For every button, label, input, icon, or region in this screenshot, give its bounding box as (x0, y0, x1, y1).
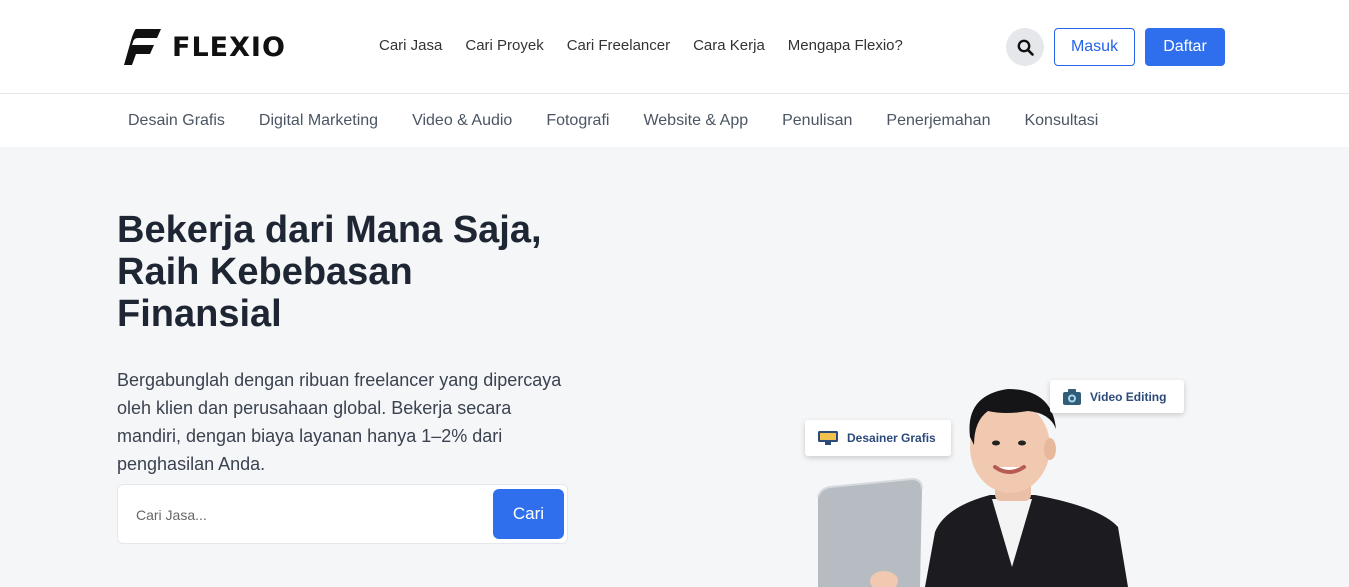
hero-illustration: Video Editing Desainer Grafis (760, 367, 1220, 587)
tag-video-label: Video Editing (1090, 389, 1167, 404)
nav-link-cari-freelancer[interactable]: Cari Freelancer (567, 37, 670, 54)
category-fotografi[interactable]: Fotografi (546, 112, 609, 130)
tag-design-label: Desainer Grafis (847, 431, 936, 445)
hero-title-line-1: Bekerja dari Mana Saja, (117, 209, 542, 251)
brand-name: FLEXIO (172, 31, 286, 63)
hero-title: Bekerja dari Mana Saja, Raih Kebebasan F… (117, 209, 577, 335)
flexio-logo-icon (124, 29, 161, 65)
register-button[interactable]: Daftar (1145, 28, 1225, 66)
hero-title-line-2: Raih Kebebasan (117, 251, 413, 293)
category-penulisan[interactable]: Penulisan (782, 112, 852, 130)
hero-description: Bergabunglah dengan ribuan freelancer ya… (117, 370, 562, 474)
nav-link-cari-proyek[interactable]: Cari Proyek (465, 37, 543, 54)
category-bar: Desain Grafis Digital Marketing Video & … (0, 95, 1349, 147)
monitor-icon (818, 431, 838, 445)
hero-search-button[interactable]: Cari (493, 489, 564, 539)
tag-desainer-grafis: Desainer Grafis (805, 420, 951, 456)
nav-link-mengapa-flexio[interactable]: Mengapa Flexio? (788, 37, 903, 54)
nav-link-cara-kerja[interactable]: Cara Kerja (693, 37, 765, 54)
category-konsultasi[interactable]: Konsultasi (1024, 112, 1098, 130)
brand-logo[interactable]: FLEXIO (124, 27, 286, 67)
category-video-audio[interactable]: Video & Audio (412, 112, 512, 130)
nav-link-cari-jasa[interactable]: Cari Jasa (379, 37, 442, 54)
category-penerjemahan[interactable]: Penerjemahan (886, 112, 990, 130)
hero-search-box: Cari (117, 484, 568, 544)
category-digital-marketing[interactable]: Digital Marketing (259, 112, 378, 130)
camera-icon (1063, 388, 1081, 405)
search-icon (1017, 39, 1034, 56)
hero-section: Bekerja dari Mana Saja, Raih Kebebasan F… (0, 147, 1349, 587)
login-button[interactable]: Masuk (1054, 28, 1135, 66)
tag-video-editing: Video Editing (1050, 380, 1184, 413)
main-nav: Cari Jasa Cari Proyek Cari Freelancer Ca… (379, 37, 903, 54)
hero-search-input[interactable] (136, 503, 476, 527)
top-navbar: FLEXIO Cari Jasa Cari Proyek Cari Freela… (0, 0, 1349, 94)
category-website-app[interactable]: Website & App (643, 112, 748, 130)
hero-title-line-3: Finansial (117, 293, 282, 335)
search-button[interactable] (1006, 28, 1044, 66)
category-desain-grafis[interactable]: Desain Grafis (128, 112, 225, 130)
